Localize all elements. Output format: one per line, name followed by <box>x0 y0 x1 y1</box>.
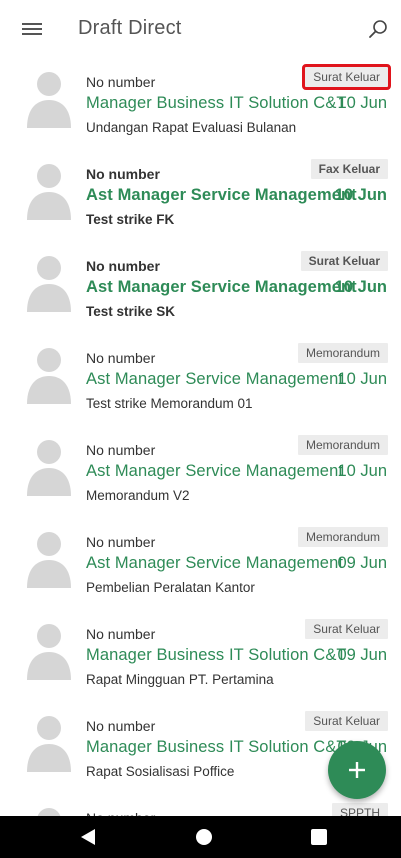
subject-text: Undangan Rapat Evaluasi Bulanan <box>86 120 297 135</box>
app-screen: Draft Direct No number Surat Keluar Mana… <box>0 0 401 858</box>
document-number: No number <box>86 626 156 642</box>
sender-name: Manager Business IT Solution C&T <box>86 738 347 756</box>
document-type-badge: Surat Keluar <box>305 619 388 639</box>
subject-text: Test strike SK <box>86 304 176 319</box>
list-item[interactable]: No number Memorandum Ast Manager Service… <box>0 334 401 426</box>
avatar <box>26 162 72 220</box>
document-type-badge: Memorandum <box>297 343 388 363</box>
sender-name: Ast Manager Service Management <box>86 186 357 204</box>
list-item[interactable]: No number Surat Keluar Manager Business … <box>0 610 401 702</box>
date-label: 10 Jun <box>334 278 387 296</box>
document-number: No number <box>86 442 156 458</box>
document-number: No number <box>86 166 160 182</box>
subject-text: Test strike FK <box>86 212 175 227</box>
sender-name: Ast Manager Service Management <box>86 370 344 388</box>
document-number: No number <box>86 718 156 734</box>
draft-list: No number Surat Keluar Manager Business … <box>0 58 401 858</box>
avatar <box>26 346 72 404</box>
avatar <box>26 254 72 312</box>
subject-text: Rapat Mingguan PT. Pertamina <box>86 672 274 687</box>
list-item[interactable]: No number Surat Keluar Ast Manager Servi… <box>0 242 401 334</box>
search-icon[interactable] <box>367 18 389 40</box>
list-item[interactable]: No number Memorandum Ast Manager Service… <box>0 426 401 518</box>
compose-fab-button[interactable] <box>328 741 386 799</box>
avatar <box>26 714 72 772</box>
avatar <box>26 622 72 680</box>
avatar <box>26 70 72 128</box>
subject-text: Pembelian Peralatan Kantor <box>86 580 255 595</box>
avatar <box>26 530 72 588</box>
document-type-badge: Memorandum <box>297 527 388 547</box>
document-type-badge: Memorandum <box>297 435 388 455</box>
plus-icon <box>349 762 365 778</box>
document-type-badge: Surat Keluar <box>302 64 391 90</box>
sender-name: Ast Manager Service Management <box>86 278 357 296</box>
back-triangle-icon[interactable] <box>80 828 96 846</box>
system-navigation-bar <box>0 816 401 858</box>
home-circle-icon[interactable] <box>196 829 212 845</box>
document-number: No number <box>86 534 156 550</box>
date-label: 10 Jun <box>337 370 387 388</box>
document-number: No number <box>86 258 160 274</box>
subject-text: Test strike Memorandum 01 <box>86 396 253 411</box>
document-number: No number <box>86 350 156 366</box>
document-type-badge: Surat Keluar <box>300 251 388 271</box>
date-label: 10 Jun <box>334 186 387 204</box>
subject-text: Rapat Sosialisasi Poffice <box>86 764 235 779</box>
list-item[interactable]: No number Memorandum Ast Manager Service… <box>0 518 401 610</box>
recents-square-icon[interactable] <box>311 829 327 845</box>
app-header: Draft Direct <box>0 0 401 58</box>
sender-name: Manager Business IT Solution C&T <box>86 94 347 112</box>
list-item[interactable]: No number Fax Keluar Ast Manager Service… <box>0 150 401 242</box>
subject-text: Memorandum V2 <box>86 488 190 503</box>
list-item[interactable]: No number Surat Keluar Manager Business … <box>0 58 401 150</box>
document-number: No number <box>86 74 156 90</box>
sender-name: Ast Manager Service Management <box>86 554 344 572</box>
date-label: 10 Jun <box>337 462 387 480</box>
page-title: Draft Direct <box>78 17 182 39</box>
document-type-badge: Fax Keluar <box>310 159 388 179</box>
document-type-badge: Surat Keluar <box>305 711 388 731</box>
date-label: 09 Jun <box>337 646 387 664</box>
hamburger-menu-icon[interactable] <box>22 21 42 37</box>
date-label: 09 Jun <box>337 554 387 572</box>
date-label: 10 Jun <box>337 94 387 112</box>
sender-name: Ast Manager Service Management <box>86 462 344 480</box>
avatar <box>26 438 72 496</box>
sender-name: Manager Business IT Solution C&T <box>86 646 347 664</box>
